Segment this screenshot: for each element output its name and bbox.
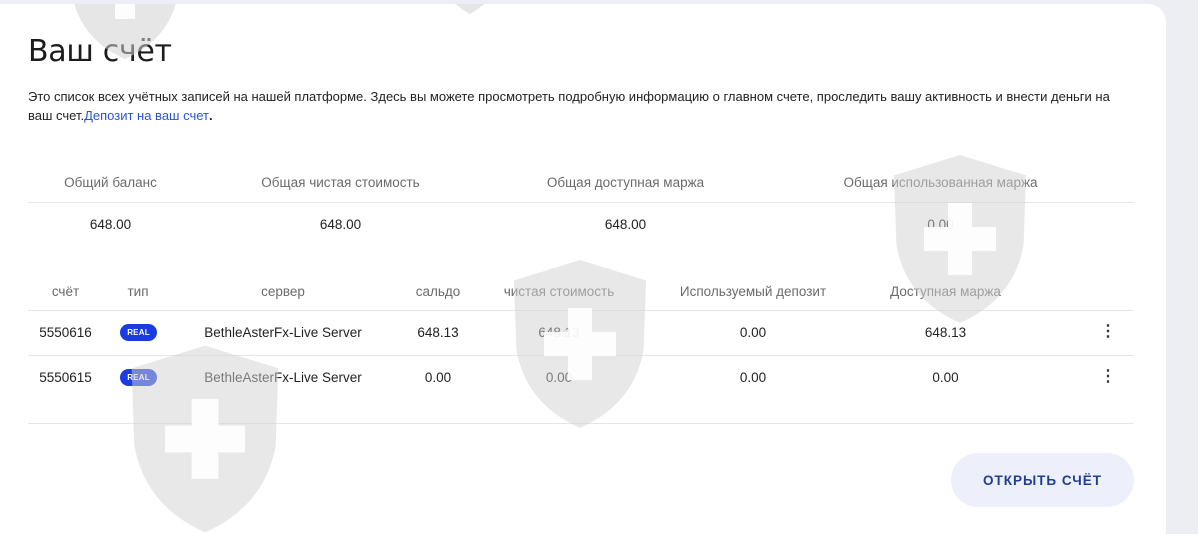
page-title: Ваш счёт bbox=[28, 34, 172, 69]
col-equity: чистая стоимость bbox=[503, 284, 615, 299]
account-card: Ваш счёт Это список всех учётных записей… bbox=[0, 4, 1166, 534]
open-account-button[interactable]: ОТКРЫТЬ СЧЁТ bbox=[951, 453, 1134, 507]
server-name: BethleAsterFx-Live Server bbox=[204, 370, 362, 385]
summary-value-balance: 648.00 bbox=[89, 217, 132, 232]
col-account: счёт bbox=[51, 284, 80, 299]
col-balance: сальдо bbox=[415, 284, 461, 299]
free-margin-value: 648.13 bbox=[924, 325, 967, 340]
summary-value-equity: 648.00 bbox=[319, 217, 362, 232]
equity-value: 648.13 bbox=[538, 325, 580, 340]
account-type-badge: REAL bbox=[120, 324, 157, 341]
summary-header-free-margin: Общая доступная маржа bbox=[546, 175, 705, 190]
col-free-margin: Доступная маржа bbox=[890, 284, 1001, 299]
account-type-badge: REAL bbox=[120, 369, 157, 386]
summary-header-used-margin: Общая использованная маржа bbox=[843, 175, 1038, 190]
col-type: тип bbox=[127, 284, 149, 299]
balance-value: 0.00 bbox=[424, 370, 452, 385]
deposit-link[interactable]: Депозит на ваш счет bbox=[84, 108, 209, 123]
summary-value-free-margin: 648.00 bbox=[604, 217, 647, 232]
shield-watermark-icon bbox=[455, 4, 485, 14]
summary-header-equity: Общая чистая стоимость bbox=[261, 175, 420, 190]
account-number: 5550615 bbox=[39, 370, 92, 385]
page-description: Это список всех учётных записей на нашей… bbox=[28, 87, 1133, 125]
summary-header-row: Общий баланс Общая чистая стоимость Обща… bbox=[28, 170, 1134, 203]
col-server: сервер bbox=[261, 284, 305, 299]
accounts-header-row: счёт тип сервер сальдо чистая стоимость … bbox=[28, 280, 1134, 311]
used-deposit-value: 0.00 bbox=[739, 370, 767, 385]
equity-value: 0.00 bbox=[545, 370, 573, 385]
summary-value-used-margin: 0.00 bbox=[927, 217, 954, 232]
kebab-menu-icon[interactable]: ⋮ bbox=[1098, 322, 1118, 342]
col-used-deposit: Используемый депозит bbox=[679, 284, 827, 299]
server-name: BethleAsterFx-Live Server bbox=[204, 325, 362, 340]
summary-table: Общий баланс Общая чистая стоимость Обща… bbox=[28, 170, 1134, 247]
table-row[interactable]: 5550615 REAL BethleAsterFx-Live Server 0… bbox=[28, 356, 1134, 424]
description-dot: . bbox=[208, 108, 213, 123]
account-number: 5550616 bbox=[39, 325, 92, 340]
accounts-table: счёт тип сервер сальдо чистая стоимость … bbox=[28, 280, 1134, 424]
kebab-menu-icon[interactable]: ⋮ bbox=[1098, 367, 1118, 387]
used-deposit-value: 0.00 bbox=[739, 325, 767, 340]
balance-value: 648.13 bbox=[417, 325, 459, 340]
free-margin-value: 0.00 bbox=[932, 370, 959, 385]
summary-header-balance: Общий баланс bbox=[64, 175, 157, 190]
table-row[interactable]: 5550616 REAL BethleAsterFx-Live Server 6… bbox=[28, 311, 1134, 356]
summary-values-row: 648.00 648.00 648.00 0.00 bbox=[28, 203, 1134, 247]
